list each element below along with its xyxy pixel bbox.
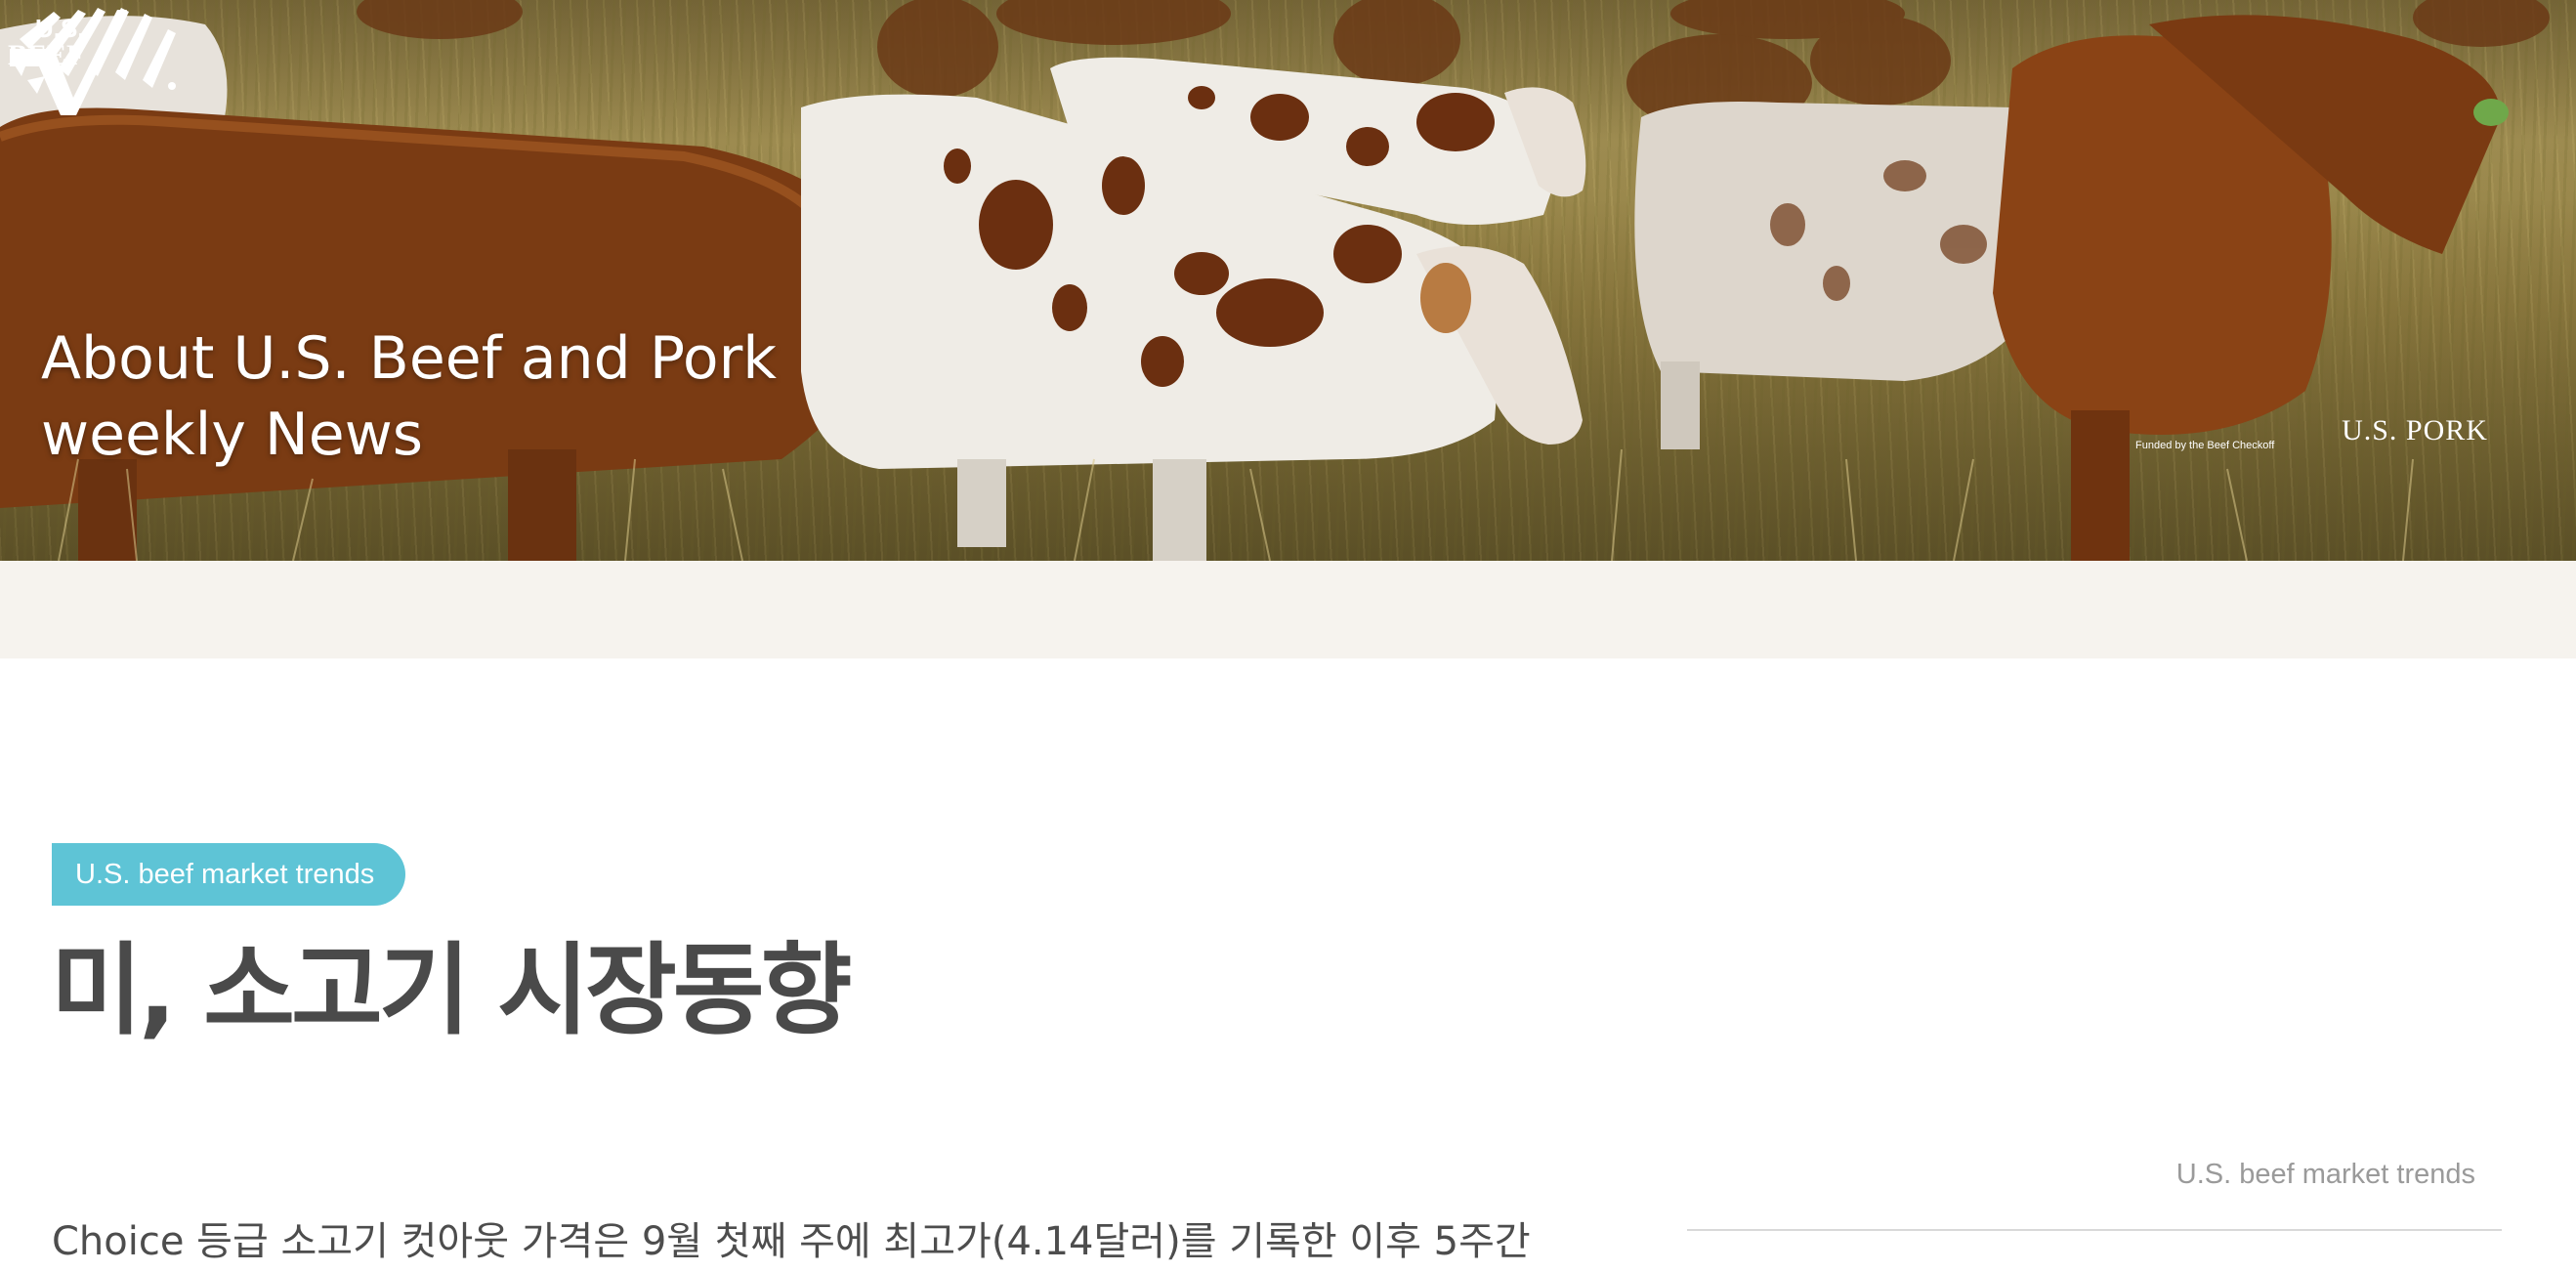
hero-title-line-2: weekly News <box>41 401 424 469</box>
sidebar-section-label: U.S. beef market trends <box>2175 1159 2475 1190</box>
us-pork-wordmark: U.S. PORK <box>2342 414 2488 446</box>
category-tag[interactable]: U.S. beef market trends <box>52 843 406 906</box>
hero-title-line-1: About U.S. Beef and Pork <box>41 324 777 393</box>
hero-banner: About U.S. Beef and Pork weekly News U.S… <box>0 0 2576 561</box>
us-pork-logo <box>12 8 176 94</box>
cattle-pasture-photo <box>0 0 2550 561</box>
beef-checkoff-caption: Funded by the Beef Checkoff <box>2135 440 2275 451</box>
hero-title: About U.S. Beef and Pork weekly News <box>41 320 777 473</box>
article-body-text: Choice 등급 소고기 컷아웃 가격은 9월 첫째 주에 최고가(4.14달… <box>52 1219 1531 1264</box>
sidebar-divider <box>1687 1229 2502 1231</box>
section-divider-band <box>0 561 2576 658</box>
article-headline: 미, 소고기 시장동향 <box>51 933 852 1049</box>
